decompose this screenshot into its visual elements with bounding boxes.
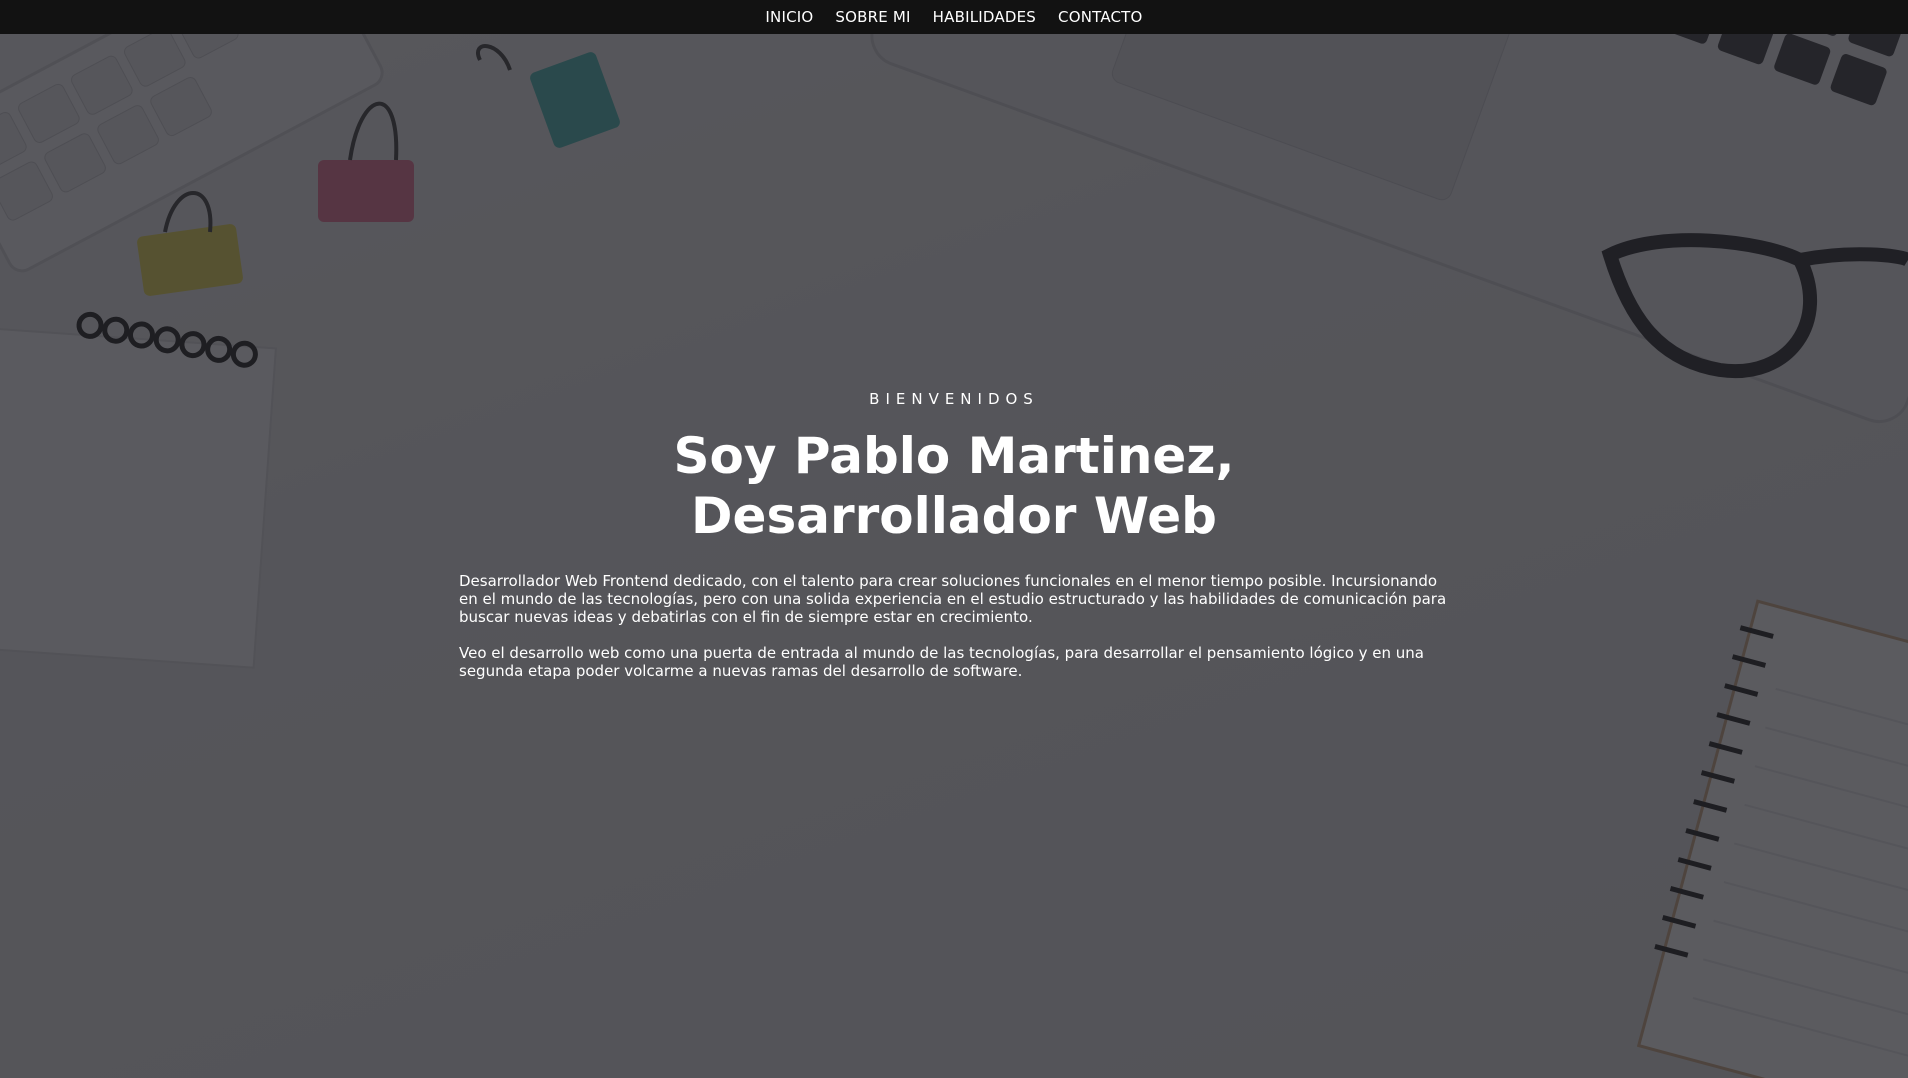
nav-link-contacto[interactable]: CONTACTO — [1058, 8, 1143, 26]
nav-link-inicio[interactable]: INICIO — [765, 8, 813, 26]
hero-description-1: Desarrollador Web Frontend dedicado, con… — [459, 572, 1447, 626]
nav-link-habilidades[interactable]: HABILIDADES — [933, 8, 1036, 26]
hero-kicker: BIENVENIDOS — [869, 390, 1039, 408]
hero-section: BIENVENIDOS Soy Pablo Martinez, Desarrol… — [0, 390, 1908, 680]
nav-link-sobre-mi[interactable]: SOBRE MI — [835, 8, 910, 26]
top-navbar: INICIO SOBRE MI HABILIDADES CONTACTO — [0, 0, 1908, 34]
hero-description-2: Veo el desarrollo web como una puerta de… — [459, 644, 1424, 680]
hero-title: Soy Pablo Martinez, Desarrollador Web — [673, 427, 1235, 545]
